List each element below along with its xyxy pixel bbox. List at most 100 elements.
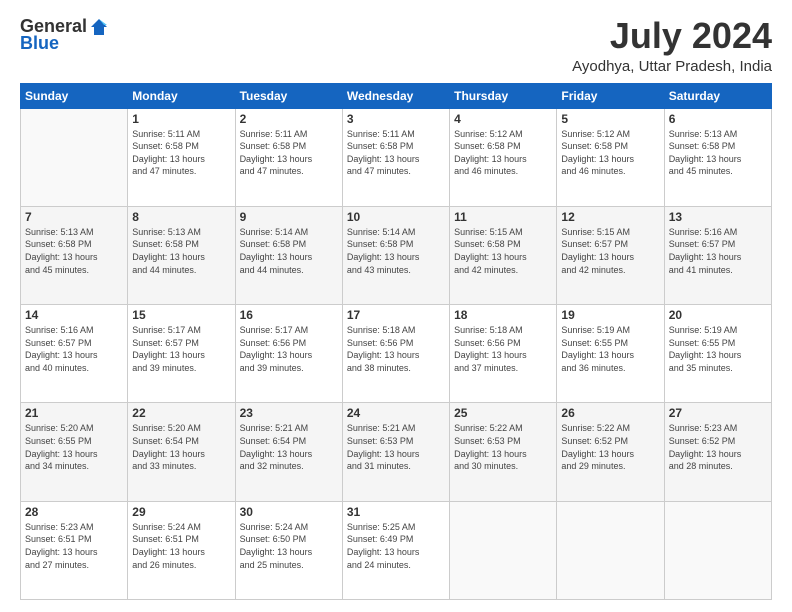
calendar-week-row: 21 Sunrise: 5:20 AM Sunset: 6:55 PM Dayli… — [21, 403, 772, 501]
month-title: July 2024 — [572, 16, 772, 56]
day-info: Sunrise: 5:18 AM Sunset: 6:56 PM Dayligh… — [454, 324, 552, 374]
day-number: 31 — [347, 505, 445, 519]
table-row: 15Sunrise: 5:17 AM Sunset: 6:57 PM Dayli… — [128, 305, 235, 403]
day-info: Sunrise: 5:12 AM Sunset: 6:58 PM Dayligh… — [561, 128, 659, 178]
header-monday: Monday — [128, 83, 235, 108]
table-row: 18 Sunrise: 5:18 AM Sunset: 6:56 PM Dayli… — [450, 305, 557, 403]
table-row: 3Sunrise: 5:11 AM Sunset: 6:58 PM Daylig… — [342, 108, 449, 206]
day-info: Sunrise: 5:16 AM Sunset: 6:57 PM Dayligh… — [25, 324, 123, 374]
table-row: 2Sunrise: 5:11 AM Sunset: 6:58 PM Daylig… — [235, 108, 342, 206]
day-info: Sunrise: 5:17 AM Sunset: 6:57 PM Dayligh… — [132, 324, 230, 374]
day-info: Sunrise: 5:21 AM Sunset: 6:54 PM Dayligh… — [240, 422, 338, 472]
table-row: 31 Sunrise: 5:25 AM Sunset: 6:49 PM Dayli… — [342, 501, 449, 599]
day-number: 6 — [669, 112, 767, 126]
table-row: 6 Sunrise: 5:13 AM Sunset: 6:58 PM Daylig… — [664, 108, 771, 206]
day-info: Sunrise: 5:21 AM Sunset: 6:53 PM Dayligh… — [347, 422, 445, 472]
day-info: Sunrise: 5:24 AM Sunset: 6:51 PM Dayligh… — [132, 521, 230, 571]
day-number: 20 — [669, 308, 767, 322]
day-number: 22 — [132, 406, 230, 420]
logo-icon — [89, 17, 109, 37]
day-info: Sunrise: 5:23 AM Sunset: 6:51 PM Dayligh… — [25, 521, 123, 571]
table-row: 11 Sunrise: 5:15 AM Sunset: 6:58 PM Dayli… — [450, 206, 557, 304]
header-sunday: Sunday — [21, 83, 128, 108]
calendar-week-row: 14 Sunrise: 5:16 AM Sunset: 6:57 PM Dayli… — [21, 305, 772, 403]
day-info: Sunrise: 5:20 AM Sunset: 6:55 PM Dayligh… — [25, 422, 123, 472]
day-number: 18 — [454, 308, 552, 322]
day-number: 25 — [454, 406, 552, 420]
day-info: Sunrise: 5:18 AM Sunset: 6:56 PM Dayligh… — [347, 324, 445, 374]
logo-blue: Blue — [20, 33, 59, 54]
day-info: Sunrise: 5:14 AM Sunset: 6:58 PM Dayligh… — [240, 226, 338, 276]
day-number: 7 — [25, 210, 123, 224]
day-info: Sunrise: 5:13 AM Sunset: 6:58 PM Dayligh… — [669, 128, 767, 178]
logo: General Blue — [20, 16, 109, 54]
day-info: Sunrise: 5:22 AM Sunset: 6:52 PM Dayligh… — [561, 422, 659, 472]
calendar-week-row: 1 Sunrise: 5:11 AM Sunset: 6:58 PM Daylig… — [21, 108, 772, 206]
day-number: 12 — [561, 210, 659, 224]
location: Ayodhya, Uttar Pradesh, India — [572, 58, 772, 75]
day-number: 3 — [347, 112, 445, 126]
day-number: 19 — [561, 308, 659, 322]
table-row — [557, 501, 664, 599]
table-row: 7 Sunrise: 5:13 AM Sunset: 6:58 PM Daylig… — [21, 206, 128, 304]
table-row — [664, 501, 771, 599]
day-info: Sunrise: 5:19 AM Sunset: 6:55 PM Dayligh… — [561, 324, 659, 374]
day-number: 5 — [561, 112, 659, 126]
day-number: 28 — [25, 505, 123, 519]
title-section: July 2024 Ayodhya, Uttar Pradesh, India — [572, 16, 772, 75]
table-row: 25 Sunrise: 5:22 AM Sunset: 6:53 PM Dayli… — [450, 403, 557, 501]
day-number: 27 — [669, 406, 767, 420]
header-tuesday: Tuesday — [235, 83, 342, 108]
day-number: 16 — [240, 308, 338, 322]
day-info: Sunrise: 5:15 AM Sunset: 6:58 PM Dayligh… — [454, 226, 552, 276]
day-info: Sunrise: 5:23 AM Sunset: 6:52 PM Dayligh… — [669, 422, 767, 472]
table-row: 30 Sunrise: 5:24 AM Sunset: 6:50 PM Dayli… — [235, 501, 342, 599]
day-number: 10 — [347, 210, 445, 224]
table-row: 5 Sunrise: 5:12 AM Sunset: 6:58 PM Daylig… — [557, 108, 664, 206]
day-number: 21 — [25, 406, 123, 420]
header-thursday: Thursday — [450, 83, 557, 108]
day-number: 8 — [132, 210, 230, 224]
table-row: 1 Sunrise: 5:11 AM Sunset: 6:58 PM Daylig… — [128, 108, 235, 206]
day-info: Sunrise: 5:20 AM Sunset: 6:54 PM Dayligh… — [132, 422, 230, 472]
day-number: 17 — [347, 308, 445, 322]
table-row: 22 Sunrise: 5:20 AM Sunset: 6:54 PM Dayli… — [128, 403, 235, 501]
header-friday: Friday — [557, 83, 664, 108]
day-info: Sunrise: 5:25 AM Sunset: 6:49 PM Dayligh… — [347, 521, 445, 571]
day-info: Sunrise: 5:13 AM Sunset: 6:58 PM Dayligh… — [132, 226, 230, 276]
day-number: 30 — [240, 505, 338, 519]
table-row: 29 Sunrise: 5:24 AM Sunset: 6:51 PM Dayli… — [128, 501, 235, 599]
table-row: 26Sunrise: 5:22 AM Sunset: 6:52 PM Dayli… — [557, 403, 664, 501]
day-number: 24 — [347, 406, 445, 420]
table-row: 24 Sunrise: 5:21 AM Sunset: 6:53 PM Dayli… — [342, 403, 449, 501]
table-row: 17 Sunrise: 5:18 AM Sunset: 6:56 PM Dayli… — [342, 305, 449, 403]
day-number: 11 — [454, 210, 552, 224]
header-wednesday: Wednesday — [342, 83, 449, 108]
day-info: Sunrise: 5:24 AM Sunset: 6:50 PM Dayligh… — [240, 521, 338, 571]
table-row: 9 Sunrise: 5:14 AM Sunset: 6:58 PM Daylig… — [235, 206, 342, 304]
day-info: Sunrise: 5:17 AM Sunset: 6:56 PM Dayligh… — [240, 324, 338, 374]
calendar-week-row: 28 Sunrise: 5:23 AM Sunset: 6:51 PM Dayli… — [21, 501, 772, 599]
table-row: 21 Sunrise: 5:20 AM Sunset: 6:55 PM Dayli… — [21, 403, 128, 501]
day-info: Sunrise: 5:15 AM Sunset: 6:57 PM Dayligh… — [561, 226, 659, 276]
day-number: 14 — [25, 308, 123, 322]
header: General Blue July 2024 Ayodhya, Uttar Pr… — [20, 16, 772, 75]
calendar-table: Sunday Monday Tuesday Wednesday Thursday… — [20, 83, 772, 600]
calendar-header-row: Sunday Monday Tuesday Wednesday Thursday… — [21, 83, 772, 108]
table-row: 10Sunrise: 5:14 AM Sunset: 6:58 PM Dayli… — [342, 206, 449, 304]
day-number: 13 — [669, 210, 767, 224]
day-info: Sunrise: 5:13 AM Sunset: 6:58 PM Dayligh… — [25, 226, 123, 276]
table-row: 12 Sunrise: 5:15 AM Sunset: 6:57 PM Dayli… — [557, 206, 664, 304]
day-info: Sunrise: 5:22 AM Sunset: 6:53 PM Dayligh… — [454, 422, 552, 472]
day-number: 23 — [240, 406, 338, 420]
day-info: Sunrise: 5:11 AM Sunset: 6:58 PM Dayligh… — [240, 128, 338, 178]
day-number: 29 — [132, 505, 230, 519]
day-info: Sunrise: 5:12 AM Sunset: 6:58 PM Dayligh… — [454, 128, 552, 178]
table-row: 27 Sunrise: 5:23 AM Sunset: 6:52 PM Dayli… — [664, 403, 771, 501]
table-row: 4Sunrise: 5:12 AM Sunset: 6:58 PM Daylig… — [450, 108, 557, 206]
day-number: 9 — [240, 210, 338, 224]
calendar-week-row: 7 Sunrise: 5:13 AM Sunset: 6:58 PM Daylig… — [21, 206, 772, 304]
day-info: Sunrise: 5:11 AM Sunset: 6:58 PM Dayligh… — [132, 128, 230, 178]
table-row — [450, 501, 557, 599]
day-number: 1 — [132, 112, 230, 126]
